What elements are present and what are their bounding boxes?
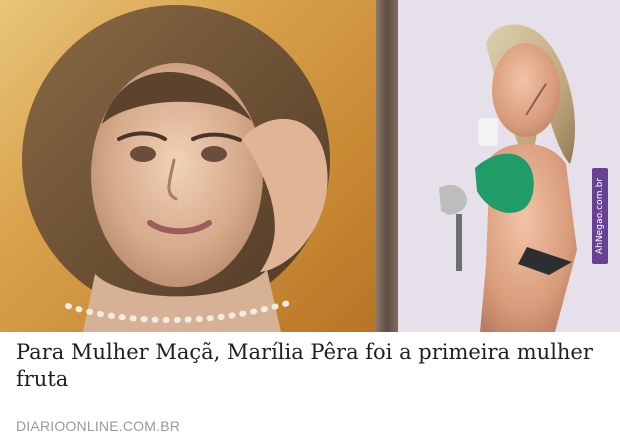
article-image-strip[interactable]: AhNegao.com.br — [0, 0, 620, 332]
article-headline[interactable]: Para Mulher Maçã, Marília Pêra foi a pri… — [16, 339, 606, 393]
watermark-badge: AhNegao.com.br — [592, 168, 608, 264]
right-photo: AhNegao.com.br — [398, 0, 620, 332]
watermark-text: AhNegao.com.br — [595, 177, 605, 255]
article-card[interactable]: AhNegao.com.br Para Mulher Maçã, Marília… — [0, 0, 620, 441]
left-photo — [0, 0, 376, 332]
source-domain: DIARIOONLINE.COM.BR — [16, 418, 181, 434]
photo-divider — [376, 0, 398, 332]
